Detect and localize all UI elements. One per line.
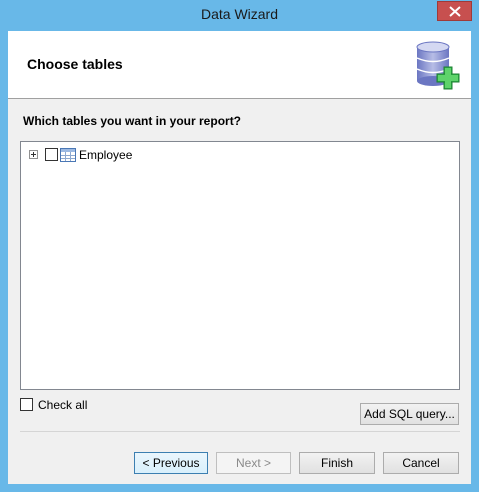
window-title: Data Wizard [200,6,279,22]
footer-divider [20,431,460,432]
check-all-label[interactable]: Check all [38,398,87,412]
close-icon [449,6,461,17]
close-button[interactable] [437,1,472,21]
tree-item-checkbox[interactable] [45,148,58,161]
table-icon [60,148,76,162]
database-add-icon [416,41,460,90]
dialog-body: Choose tables Which tables you want in y… [8,31,471,484]
finish-button[interactable]: Finish [299,452,375,474]
check-all-checkbox[interactable] [20,398,33,411]
previous-button[interactable]: < Previous [134,452,208,474]
tables-question: Which tables you want in your report? [23,114,242,128]
tree-item-label: Employee [79,148,133,162]
title-bar: Data Wizard [0,0,479,31]
wizard-header: Choose tables [8,31,471,99]
add-sql-query-button[interactable]: Add SQL query... [360,403,459,425]
tables-tree[interactable]: Employee [20,141,460,390]
cancel-button[interactable]: Cancel [383,452,459,474]
next-button[interactable]: Next > [216,452,291,474]
tree-item[interactable]: Employee [29,147,229,163]
expand-icon[interactable] [29,150,38,159]
page-title: Choose tables [27,56,123,72]
wizard-window: Data Wizard Choose tables Which tables y… [0,0,479,492]
